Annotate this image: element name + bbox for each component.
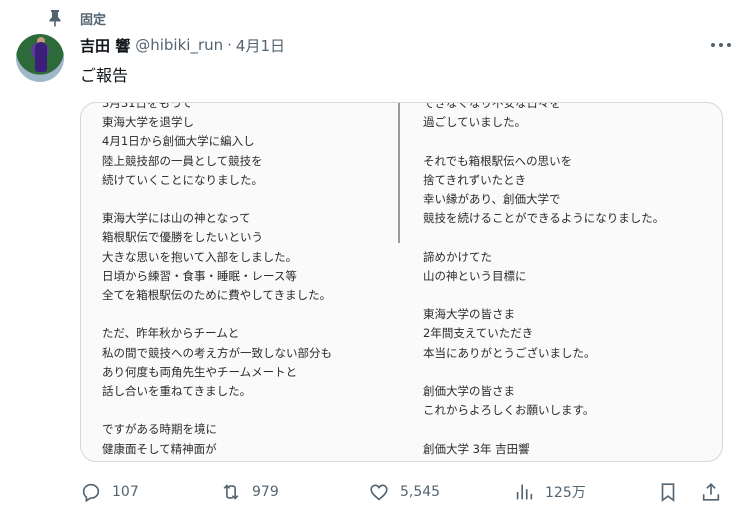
image-text-line [423, 286, 664, 305]
image-text-line: これからよろしくお願いします。 [423, 403, 595, 418]
image-text-line: 創価大学 3年 吉田響 [423, 441, 530, 456]
image-text-line [102, 401, 332, 420]
image-text-right-column: できなくなり不安な日々を過ごしていました。 それでも箱根駅伝への思いを 捨てきれず… [423, 102, 665, 459]
image-text-line: 過ごしていました。 [423, 115, 527, 130]
image-text-line: 山の神という目標に [423, 268, 527, 283]
image-text-line: 安定しなくなり [102, 459, 332, 462]
reply-button[interactable]: 107 [80, 478, 139, 506]
pinned-label: 固定 [80, 12, 107, 28]
image-text-left-column: 3月31日をもって東海大学を退学し 4月1日から創価大学に編入し 陸上競技部の一員と… [102, 102, 332, 462]
share-icon [702, 483, 720, 501]
image-text-line: できなくなり不安な日々を [423, 102, 561, 110]
image-text-line [423, 132, 664, 151]
image-text-line: それでも箱根駅伝への思いを [423, 153, 573, 168]
image-text-line: 諦めかけてた [423, 249, 492, 264]
views-chart-icon [516, 484, 533, 500]
user-handle[interactable]: @hibiki_run [135, 36, 223, 54]
action-bar: 107 979 5,545 125万 [80, 478, 740, 506]
image-text-line: あり何度も両角先生やチームメートと [102, 364, 298, 379]
image-text-line: 幸い縁があり、創価大学で [423, 192, 561, 207]
image-text-line: ですがある時期を境に [102, 422, 217, 437]
image-text-line: 創価大学の皆さま [423, 384, 515, 399]
image-text-line: 日頃から練習・食事・睡眠・レース等 [102, 268, 297, 283]
pin-icon [48, 9, 62, 27]
image-text-line: 2年間支えていただき [423, 326, 534, 341]
share-button[interactable] [700, 478, 722, 506]
image-text-line: 全てを箱根駅伝のために費やしてきました。 [102, 288, 332, 303]
image-text-line: 4月1日から創価大学に編入し [102, 134, 255, 149]
reply-icon [82, 483, 100, 503]
bookmark-icon [661, 483, 675, 502]
like-button[interactable]: 5,545 [368, 478, 440, 506]
image-text-line: ただ、昨年秋からチームと [102, 326, 240, 341]
image-text-line: 本当にありがとうございました。 [423, 345, 596, 360]
image-text-line: 捨てきれずいたとき [423, 172, 527, 187]
avatar[interactable] [16, 34, 64, 82]
pinned-indicator: 固定 [48, 8, 106, 28]
image-text-line: 続けていくことになりました。 [102, 172, 263, 187]
tweet-image[interactable]: 3月31日をもって東海大学を退学し 4月1日から創価大学に編入し 陸上競技部の一員と… [80, 102, 723, 462]
repost-count: 979 [252, 484, 279, 500]
repost-button[interactable]: 979 [220, 478, 279, 506]
image-text-line [102, 190, 332, 209]
image-text-line [102, 305, 332, 324]
like-count: 5,545 [400, 484, 441, 500]
separator-dot: · [227, 36, 232, 54]
image-text-line: 話し合いを重ねてきました。 [102, 384, 252, 399]
repost-icon [223, 484, 239, 500]
display-name[interactable]: 吉田 響 [80, 35, 130, 56]
tweet-header: 吉田 響 @hibiki_run · 4月1日 [80, 34, 285, 56]
image-text-line: 陸上競技部の一員として競技を [102, 153, 263, 168]
more-icon[interactable] [711, 38, 731, 52]
image-text-line: 3月31日をもって [102, 102, 193, 110]
image-text-line: 私の間で競技への考え方が一致しない部分も [102, 345, 332, 360]
image-text-line: 競技を続けることができるようになりました。 [423, 211, 665, 226]
views-count: 125万 [545, 485, 586, 501]
heart-icon [370, 484, 388, 501]
image-text-line: 東海大学には山の神となって [102, 211, 251, 226]
image-text-line [423, 363, 664, 382]
image-text-line: 箱根駅伝で優勝をしたいという [102, 230, 263, 245]
image-text-line: 東海大学を退学し [102, 115, 194, 130]
tweet-date[interactable]: 4月1日 [236, 35, 285, 56]
bookmark-button[interactable] [657, 478, 679, 506]
tweet-text: ご報告 [80, 66, 129, 85]
image-text-line [423, 420, 664, 439]
reply-count: 107 [112, 484, 139, 500]
image-text-line: 大きな思いを抱いて入部をしました。 [102, 249, 298, 264]
image-text-line: 東海大学の皆さま [423, 307, 515, 322]
views-button[interactable]: 125万 [513, 478, 586, 506]
image-scrollbar-divider [398, 103, 400, 243]
image-text-line [423, 228, 664, 247]
image-text-line: 健康面そして精神面が [102, 441, 217, 456]
